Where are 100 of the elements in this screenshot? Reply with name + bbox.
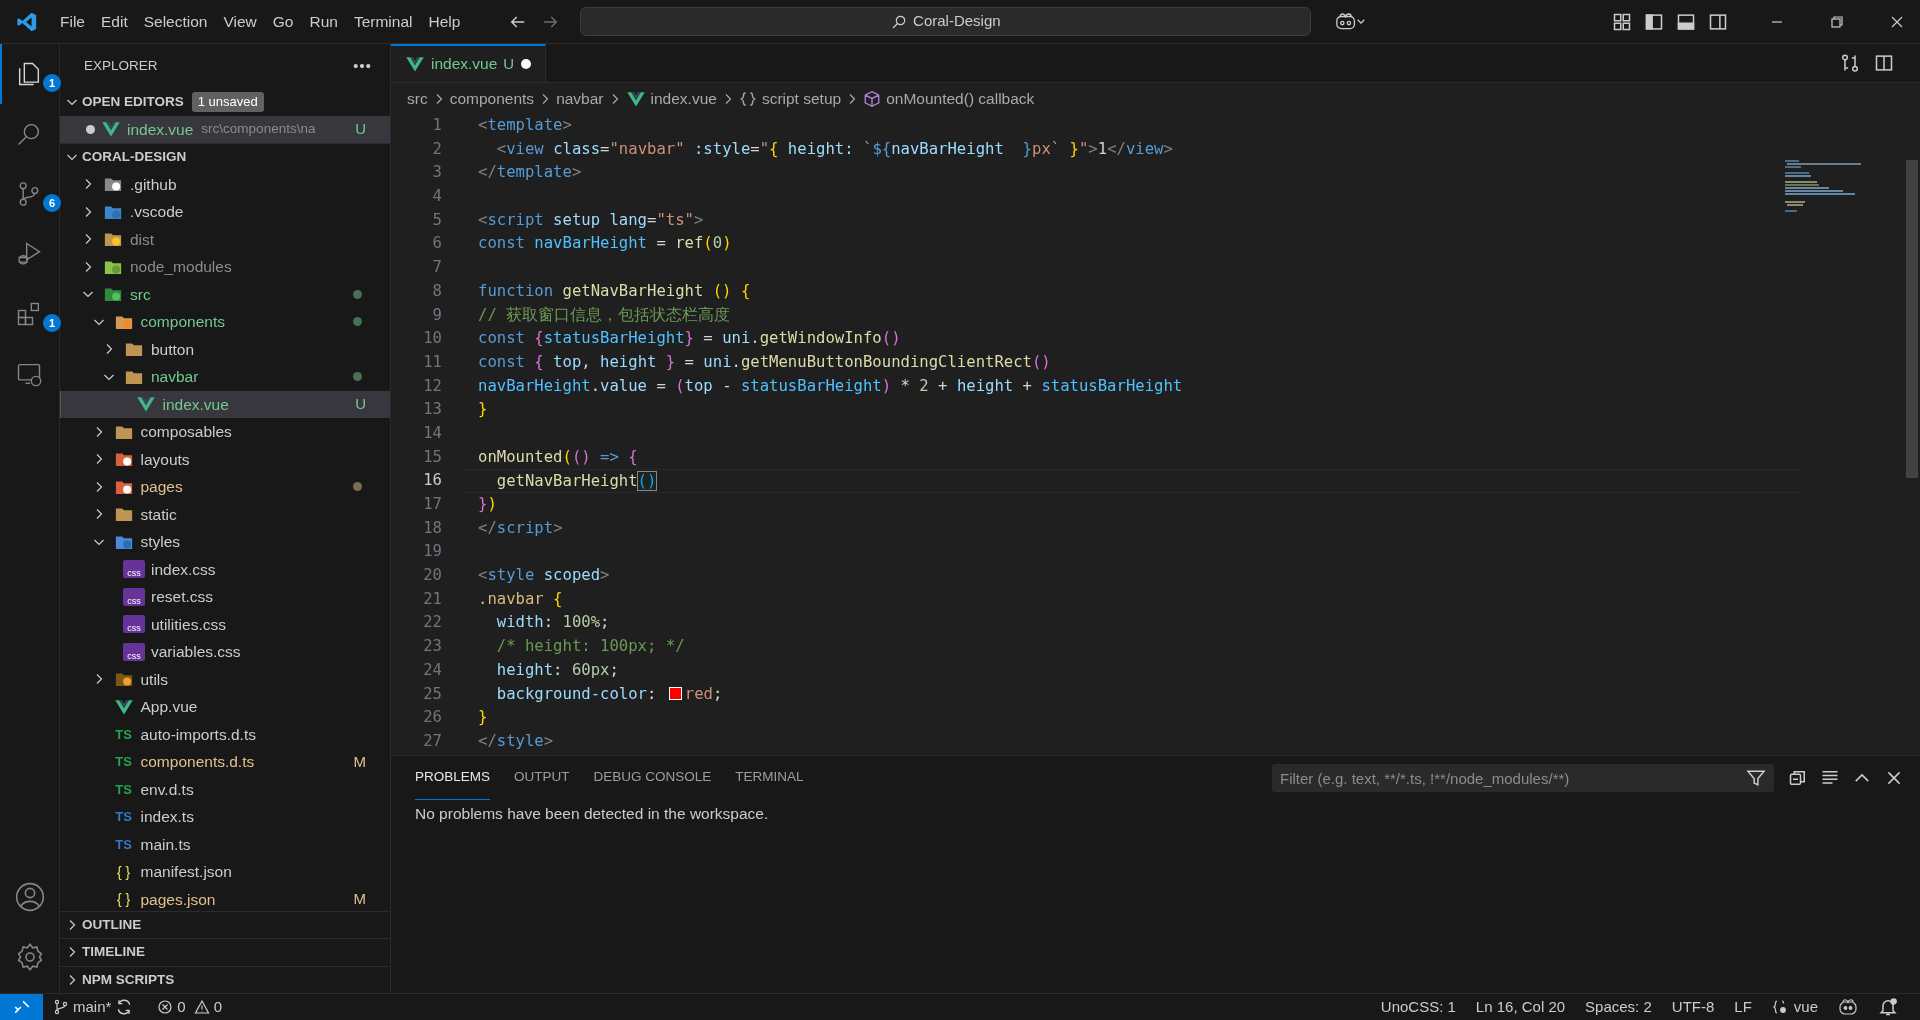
- code-line: <template>: [478, 116, 572, 134]
- tree-item[interactable]: layouts: [60, 445, 390, 473]
- problems-indicator[interactable]: 0 0: [157, 995, 223, 1019]
- toggle-sidebar-icon[interactable]: [1644, 11, 1664, 32]
- branch-icon: [53, 999, 69, 1015]
- toggle-secondary-sidebar-icon[interactable]: [1708, 11, 1728, 32]
- panel-tab[interactable]: DEBUG CONSOLE: [593, 756, 712, 800]
- compare-changes-icon[interactable]: [1840, 53, 1860, 73]
- open-editor-item[interactable]: index.vue src\components\na U: [60, 115, 390, 143]
- code-line: const navBarHeight = ref(0): [478, 234, 732, 253]
- panel-tab[interactable]: PROBLEMS: [415, 756, 491, 800]
- status-item[interactable]: UTF-8: [1671, 995, 1715, 1019]
- tree-item[interactable]: dist: [60, 225, 390, 253]
- panel-tab[interactable]: TERMINAL: [735, 756, 804, 800]
- section-header[interactable]: OUTLINE: [60, 910, 390, 938]
- code-line: onMounted(() => {: [478, 447, 638, 466]
- menu-item[interactable]: Edit: [93, 6, 136, 37]
- code-line: // 获取窗口信息，包括状态栏高度: [478, 305, 731, 324]
- tree-item[interactable]: index.vue U: [60, 390, 390, 418]
- code-line: background-color: red;: [495, 684, 723, 703]
- file-type-icon: TS: [112, 782, 135, 796]
- menu-item[interactable]: View: [215, 6, 265, 37]
- line-number: 6: [432, 234, 442, 253]
- scrollbar-thumb[interactable]: [1906, 160, 1918, 478]
- line-number: 20: [423, 566, 442, 585]
- line-number: 14: [423, 423, 442, 442]
- source-control-button[interactable]: 6: [0, 164, 59, 224]
- tree-item[interactable]: composables: [60, 418, 390, 446]
- remote-button[interactable]: [0, 994, 43, 1020]
- copilot-icon[interactable]: [1838, 997, 1858, 1017]
- menu-item[interactable]: Run: [301, 6, 346, 37]
- editor-tab[interactable]: index.vue U: [391, 44, 546, 82]
- tree-item[interactable]: node_modules: [60, 253, 390, 281]
- file-type-icon: css: [123, 615, 145, 634]
- section-header[interactable]: OPEN EDITORS: [82, 91, 184, 112]
- breadcrumb-item[interactable]: navbar: [556, 86, 604, 111]
- line-number: 24: [423, 660, 442, 679]
- tree-item[interactable]: src: [60, 280, 390, 308]
- notifications-icon[interactable]: [1878, 997, 1898, 1017]
- line-number: 22: [423, 613, 442, 632]
- tree-item[interactable]: .vscode: [60, 198, 390, 226]
- tree-item[interactable]: .github: [60, 170, 390, 198]
- breadcrumb-item[interactable]: onMounted() callback: [886, 86, 1035, 111]
- command-center-search[interactable]: Coral-Design: [580, 7, 1312, 36]
- filter-field[interactable]: Filter (e.g. text, **/*.ts, !**/node_modules/**): [1272, 764, 1774, 792]
- line-number: 1: [432, 116, 442, 134]
- file-type-icon: TS: [112, 727, 135, 741]
- section-header[interactable]: TIMELINE: [60, 938, 390, 966]
- status-item[interactable]: LF: [1734, 995, 1752, 1019]
- file-type-icon: css: [123, 587, 145, 606]
- branch-indicator[interactable]: main*: [53, 995, 112, 1019]
- extensions-button[interactable]: 1: [0, 284, 59, 344]
- tree-item[interactable]: navbar: [60, 363, 390, 391]
- collapse-all-icon[interactable]: [1788, 768, 1808, 788]
- warning-icon: [193, 999, 210, 1015]
- panel-tab[interactable]: OUTPUT: [514, 756, 570, 800]
- filter-icon[interactable]: [1746, 768, 1766, 788]
- code-line: getNavBarHeight(): [495, 472, 657, 491]
- tree-item[interactable]: App.vue: [60, 693, 390, 721]
- tree-item[interactable]: TS env.d.ts: [60, 775, 390, 803]
- tree-item[interactable]: components: [60, 308, 390, 336]
- code-line: </template>: [478, 163, 582, 182]
- customize-layout-icon[interactable]: [1612, 11, 1632, 32]
- tree-item[interactable]: TS main.ts: [60, 830, 390, 858]
- line-number: 8: [432, 281, 442, 300]
- status-item[interactable]: Ln 16, Col 20: [1475, 995, 1566, 1019]
- language-mode[interactable]: vue: [1771, 995, 1818, 1019]
- split-editor-icon[interactable]: [1874, 53, 1894, 73]
- tree-item[interactable]: css utilities.css: [60, 610, 390, 638]
- tree-item[interactable]: TS index.ts: [60, 803, 390, 831]
- tree-item[interactable]: { } pages.json M: [60, 885, 390, 913]
- account-icon[interactable]: [13, 881, 46, 913]
- menu-item[interactable]: Go: [264, 6, 302, 37]
- menu-item[interactable]: Selection: [135, 6, 216, 37]
- tree-item[interactable]: TS auto-imports.d.ts: [60, 720, 390, 748]
- tree-item[interactable]: button: [60, 335, 390, 363]
- code-line: const { top, height } = uni.getMenuButtonBoundingClientRect(): [478, 352, 1051, 371]
- breadcrumb-item[interactable]: index.vue: [650, 86, 717, 111]
- file-type-icon: TS: [112, 755, 135, 769]
- breadcrumb-item[interactable]: components: [449, 86, 535, 111]
- tree-item[interactable]: { } manifest.json: [60, 858, 390, 886]
- menu-item[interactable]: Terminal: [345, 6, 421, 37]
- tree-item[interactable]: css index.css: [60, 555, 390, 583]
- tree-item[interactable]: styles: [60, 528, 390, 556]
- toggle-panel-icon[interactable]: [1676, 11, 1696, 32]
- tree-item[interactable]: utils: [60, 665, 390, 693]
- breadcrumb-item[interactable]: src: [407, 86, 428, 111]
- tree-item[interactable]: TS components.d.ts M: [60, 748, 390, 776]
- tree-item[interactable]: css variables.css: [60, 638, 390, 666]
- code-line: /* height: 100px; */: [495, 637, 685, 656]
- tree-item[interactable]: pages: [60, 473, 390, 501]
- menu-item[interactable]: File: [52, 6, 93, 37]
- tree-item[interactable]: css reset.css: [60, 583, 390, 611]
- breadcrumb-item[interactable]: script setup: [761, 86, 842, 111]
- file-type-icon: { }: [112, 864, 135, 879]
- section-header[interactable]: CORAL-DESIGN: [60, 143, 390, 171]
- menu-item[interactable]: Help: [420, 6, 469, 37]
- status-item[interactable]: Spaces: 2: [1585, 995, 1652, 1019]
- status-item[interactable]: UnoCSS: 1: [1380, 995, 1456, 1019]
- tree-item[interactable]: static: [60, 500, 390, 528]
